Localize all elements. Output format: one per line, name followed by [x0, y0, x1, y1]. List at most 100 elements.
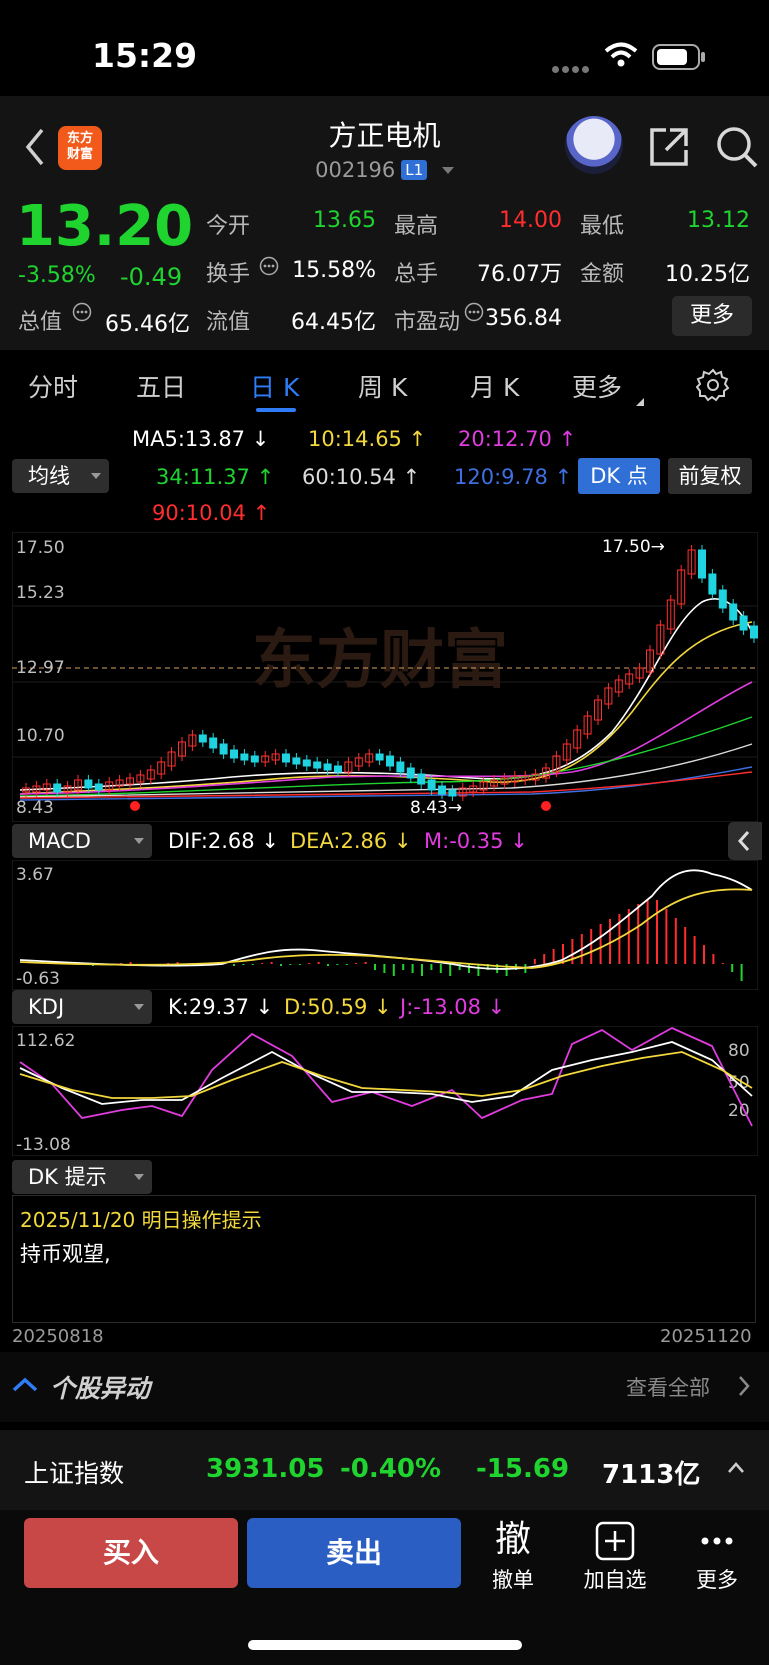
collapse-panel-button[interactable]: [728, 822, 762, 860]
tab-monthly-k[interactable]: 月 K: [470, 368, 519, 404]
low-annotation: 8.43→: [410, 798, 462, 818]
macd-bar: [355, 963, 358, 964]
macd-bar: [439, 964, 442, 973]
macd-bar: [392, 964, 395, 976]
view-all-link[interactable]: 查看全部: [626, 1372, 710, 1402]
index-change: -15.69: [476, 1454, 570, 1484]
macd-bar: [703, 945, 705, 964]
dk-point-button[interactable]: DK 点: [578, 458, 660, 494]
ma5-value: MA5:13.87 ↓: [132, 427, 270, 451]
dk-hint-dropdown[interactable]: DK 提示: [12, 1160, 152, 1194]
quote-more-button[interactable]: 更多: [672, 296, 752, 336]
more-actions-button[interactable]: 更多: [672, 1516, 762, 1594]
macd-bar: [317, 962, 320, 964]
macd-bar: [449, 964, 452, 976]
macd-bar: [270, 962, 273, 964]
sell-button[interactable]: 卖出: [247, 1518, 461, 1588]
macd-bar: [176, 962, 179, 964]
candle-body: [438, 785, 446, 795]
ma10-value: 10:14.65 ↑: [308, 427, 427, 451]
candle-body: [386, 755, 394, 767]
kdj-chart[interactable]: 112.62 -13.08 80 50 20: [12, 1026, 758, 1156]
macd-bar: [129, 962, 132, 964]
macd-bar: [430, 964, 433, 970]
macd-y-bottom: -0.63: [16, 969, 60, 989]
candle-body: [94, 783, 103, 791]
caret-down-icon: [91, 473, 101, 479]
low-value: 13.12: [687, 208, 750, 233]
tab-weekly-k[interactable]: 周 K: [358, 368, 407, 404]
change-amount: -0.49: [120, 263, 183, 291]
more-actions-label: 更多: [696, 1568, 738, 1592]
candle-body: [84, 779, 93, 789]
macd-bar: [637, 904, 640, 964]
macd-bar: [251, 964, 254, 965]
candle-body: [718, 589, 727, 609]
kline-chart[interactable]: 东方财富 17.50 15.23 12.97 10.70 8.43 17.50→…: [12, 532, 758, 822]
macd-bar: [533, 959, 536, 964]
buy-button[interactable]: 买入: [24, 1518, 238, 1588]
y-label-3: 12.97: [16, 658, 65, 678]
tab-more[interactable]: 更多: [572, 368, 622, 404]
tab-five-day[interactable]: 五日: [136, 368, 186, 404]
kdj-level-80: 80: [728, 1041, 750, 1061]
candle-body: [698, 549, 706, 579]
adjust-mode-button[interactable]: 前复权: [668, 458, 752, 494]
add-watchlist-button[interactable]: 加自选: [570, 1516, 660, 1594]
macd-selector-dropdown[interactable]: MACD: [12, 824, 152, 858]
candle-body: [323, 763, 332, 771]
candle-body: [375, 753, 384, 761]
kdj-selector-dropdown[interactable]: KDJ: [12, 990, 152, 1024]
tab-daily-k[interactable]: 日 K: [250, 368, 299, 404]
volume-value: 76.07万: [477, 262, 562, 287]
add-watchlist-label: 加自选: [583, 1568, 647, 1592]
macd-dea: DEA:2.86 ↓: [290, 829, 412, 853]
macd-bar: [289, 964, 292, 965]
chevron-up-icon[interactable]: [726, 1460, 746, 1476]
dif-line: [19, 869, 753, 970]
ma-selector-label: 均线: [28, 464, 70, 488]
amount-value: 10.25亿: [665, 262, 750, 287]
search-icon[interactable]: [714, 124, 760, 170]
candle-body: [53, 783, 62, 793]
macd-bar: [345, 964, 348, 965]
home-indicator: [248, 1640, 522, 1650]
share-icon[interactable]: [646, 124, 692, 170]
cancel-order-button[interactable]: 撤 撤单: [468, 1516, 558, 1594]
chevron-down-icon: [441, 167, 454, 174]
y-label-top: 17.50: [16, 538, 65, 558]
candle-body: [198, 734, 207, 743]
macd-bar: [646, 900, 649, 964]
chevron-right-icon[interactable]: [736, 1374, 752, 1398]
candle-body: [708, 573, 717, 595]
signal-dot: [541, 801, 551, 811]
chevron-up-icon[interactable]: [10, 1374, 40, 1396]
macd-y-top: 3.67: [16, 865, 54, 885]
tab-intraday[interactable]: 分时: [28, 368, 78, 404]
float-cap-value: 64.45亿: [291, 310, 376, 335]
macd-bar: [712, 954, 715, 964]
date-axis-end: 20251120: [660, 1326, 752, 1347]
assistant-robot-icon[interactable]: [565, 116, 623, 174]
dk-hint-date: 2025/11/20 明日操作提示: [20, 1208, 262, 1232]
turnover-value: 15.58%: [292, 258, 376, 283]
macd-bar: [468, 964, 470, 973]
caret-down-icon: [134, 838, 144, 844]
index-percent: -0.40%: [340, 1454, 441, 1484]
macd-bar: [627, 909, 630, 964]
dea-line: [19, 888, 753, 969]
gear-icon[interactable]: [696, 368, 730, 402]
wifi-icon: [604, 42, 638, 67]
macd-bar: [298, 964, 301, 965]
kdj-k: K:29.37 ↓: [168, 995, 274, 1019]
signal-dot: [130, 801, 140, 811]
dk-hint-text: 持币观望,: [20, 1242, 111, 1266]
y-label-bottom: 8.43: [16, 798, 54, 818]
index-name: 上证指数: [24, 1459, 125, 1488]
ma-selector-dropdown[interactable]: 均线: [12, 459, 109, 493]
macd-chart[interactable]: 3.67 -0.63: [12, 860, 758, 990]
caret-down-icon: [134, 1004, 144, 1010]
macd-bar: [731, 964, 734, 972]
k-line: [19, 1041, 753, 1105]
current-price: 13.20: [16, 194, 194, 259]
